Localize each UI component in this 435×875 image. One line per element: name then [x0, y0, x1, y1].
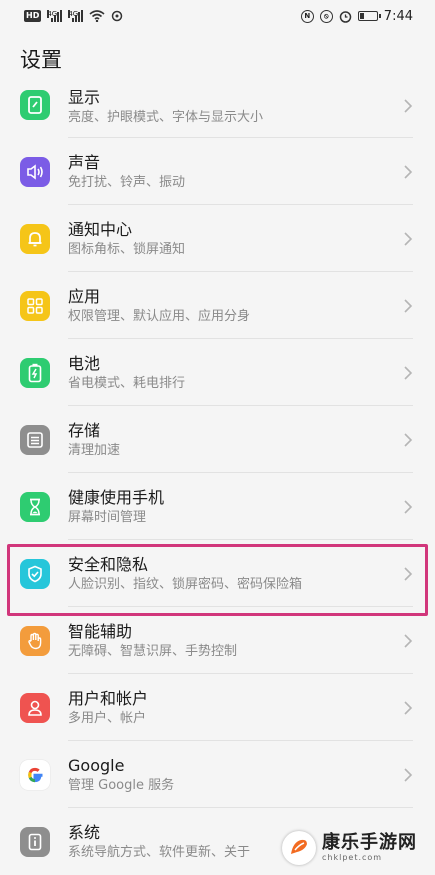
settings-item-digital-balance[interactable]: 健康使用手机 屏幕时间管理 — [0, 473, 435, 540]
status-time: 7:44 — [383, 8, 413, 24]
settings-item-users-accounts[interactable]: 用户和帐户 多用户、帐户 — [0, 674, 435, 741]
signal-strength-icon-2: 4G — [68, 10, 84, 22]
status-bar: HD 4G 4G N ⦸ 7:44 — [0, 0, 435, 32]
speaker-icon — [20, 156, 50, 187]
chevron-right-icon — [404, 432, 413, 447]
settings-item-title: 存储 — [68, 420, 101, 440]
settings-item-title: 应用 — [68, 286, 101, 306]
chevron-right-icon — [404, 298, 413, 313]
settings-item-subtitle: 权限管理、默认应用、应用分身 — [68, 308, 251, 324]
settings-item-title: 通知中心 — [68, 219, 133, 239]
chevron-right-icon — [404, 633, 413, 648]
hand-icon — [20, 625, 50, 656]
settings-item-battery[interactable]: 电池 省电模式、耗电排行 — [0, 339, 435, 406]
watermark: 康乐手游网 chklpet.com — [282, 828, 432, 868]
battery-icon — [20, 357, 50, 388]
shield-icon — [20, 558, 50, 589]
hd-badge: HD — [24, 10, 42, 22]
settings-item-subtitle: 屏幕时间管理 — [68, 509, 147, 525]
watermark-title: 康乐手游网 — [322, 832, 417, 853]
settings-item-title: 显示 — [68, 87, 101, 107]
chevron-right-icon — [404, 499, 413, 514]
settings-item-security-privacy[interactable]: 安全和隐私 人脸识别、指纹、锁屏密码、密码保险箱 — [0, 540, 435, 607]
watermark-url: chklpet.com — [322, 853, 383, 862]
settings-item-apps[interactable]: 应用 权限管理、默认应用、应用分身 — [0, 272, 435, 339]
page-title: 设置 — [20, 48, 62, 72]
google-icon — [20, 759, 50, 790]
chevron-right-icon — [404, 365, 413, 380]
settings-item-sound[interactable]: 声音 免打扰、铃声、振动 — [0, 138, 435, 205]
storage-icon — [20, 424, 50, 455]
watermark-logo-icon — [282, 831, 316, 865]
battery-icon — [357, 11, 381, 21]
chevron-right-icon — [404, 767, 413, 782]
settings-item-subtitle: 免打扰、铃声、振动 — [68, 174, 186, 190]
hourglass-icon — [20, 491, 50, 522]
settings-item-title: 安全和隐私 — [68, 554, 149, 574]
hotspot-icon — [112, 10, 123, 22]
settings-item-smart-assistance[interactable]: 智能辅助 无障碍、智慧识屏、手势控制 — [0, 607, 435, 674]
bell-icon — [20, 223, 50, 254]
settings-item-subtitle: 图标角标、锁屏通知 — [68, 241, 186, 257]
vibrate-mode-icon: ⦸ — [319, 9, 333, 23]
settings-item-title: Google — [68, 755, 125, 775]
settings-list: 显示 亮度、护眼模式、字体与显示大小 声音 免打扰、铃声、振动 通知中心 图标角… — [0, 86, 435, 875]
apps-grid-icon — [20, 290, 50, 321]
settings-item-subtitle: 管理 Google 服务 — [68, 777, 175, 793]
signal-strength-icon: 4G — [47, 10, 63, 22]
chevron-right-icon — [404, 99, 413, 113]
settings-item-subtitle: 系统导航方式、软件更新、关于 — [68, 844, 251, 860]
chevron-right-icon — [404, 566, 413, 581]
settings-item-title: 声音 — [68, 152, 101, 172]
settings-item-notifications[interactable]: 通知中心 图标角标、锁屏通知 — [0, 205, 435, 272]
info-icon — [20, 826, 50, 857]
settings-item-subtitle: 无障碍、智慧识屏、手势控制 — [68, 643, 238, 659]
settings-item-title: 电池 — [68, 353, 101, 373]
settings-item-subtitle: 亮度、护眼模式、字体与显示大小 — [68, 109, 264, 125]
settings-item-display[interactable]: 显示 亮度、护眼模式、字体与显示大小 — [0, 86, 435, 138]
settings-item-subtitle: 多用户、帐户 — [68, 710, 147, 726]
wifi-icon — [89, 10, 105, 22]
user-icon — [20, 692, 50, 723]
settings-item-storage[interactable]: 存储 清理加速 — [0, 406, 435, 473]
alarm-icon — [339, 10, 352, 23]
settings-item-title: 智能辅助 — [68, 621, 133, 641]
settings-item-subtitle: 人脸识别、指纹、锁屏密码、密码保险箱 — [68, 576, 303, 592]
settings-item-title: 健康使用手机 — [68, 487, 165, 507]
settings-item-title: 系统 — [68, 822, 101, 842]
status-bar-left: HD 4G 4G — [24, 10, 123, 22]
chevron-right-icon — [404, 164, 413, 179]
chevron-right-icon — [404, 231, 413, 246]
display-icon — [20, 90, 50, 120]
nfc-icon: N — [300, 9, 314, 23]
settings-item-google[interactable]: Google 管理 Google 服务 — [0, 741, 435, 808]
settings-item-title: 用户和帐户 — [68, 688, 149, 708]
chevron-right-icon — [404, 700, 413, 715]
status-bar-right: N ⦸ 7:44 — [300, 8, 413, 24]
settings-item-subtitle: 省电模式、耗电排行 — [68, 375, 186, 391]
settings-item-subtitle: 清理加速 — [68, 442, 121, 458]
